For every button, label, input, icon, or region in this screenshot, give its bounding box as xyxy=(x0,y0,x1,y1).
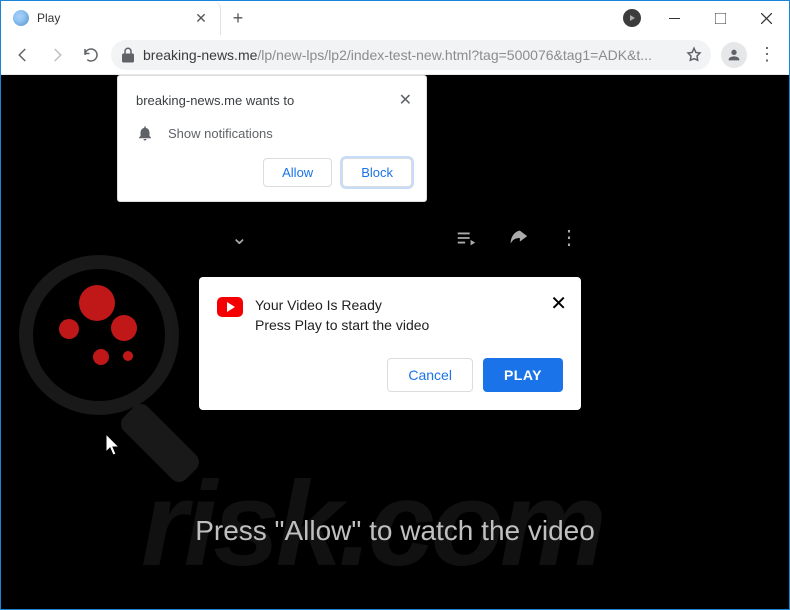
more-icon[interactable]: ⋮ xyxy=(559,225,579,250)
back-button[interactable] xyxy=(9,41,37,69)
address-bar[interactable]: breaking-news.me/lp/new-lps/lp2/index-te… xyxy=(111,40,711,70)
bookmark-star-icon[interactable] xyxy=(685,46,703,64)
close-icon[interactable]: ✕ xyxy=(399,90,412,110)
notification-permission-popup: breaking-news.me wants to ✕ Show notific… xyxy=(117,75,427,202)
mouse-cursor-icon xyxy=(105,433,123,457)
queue-icon[interactable] xyxy=(455,227,477,249)
forward-button[interactable] xyxy=(43,41,71,69)
tab-favicon xyxy=(13,10,29,26)
bell-icon xyxy=(136,124,154,142)
page-content: risk.com ⌄ ⋮ Press "Allow" to watch the … xyxy=(1,75,789,609)
magnifier-icon xyxy=(19,255,219,455)
reload-button[interactable] xyxy=(77,41,105,69)
window-minimize-button[interactable] xyxy=(651,1,697,35)
browser-tab[interactable]: Play ✕ xyxy=(1,1,221,35)
chevron-down-icon[interactable]: ⌄ xyxy=(231,225,248,250)
tab-title: Play xyxy=(37,11,186,25)
browser-window: Play ✕ + breaking-news.me/lp/new-lps/lp2… xyxy=(0,0,790,610)
url-text: breaking-news.me/lp/new-lps/lp2/index-te… xyxy=(143,47,679,63)
window-maximize-button[interactable] xyxy=(697,1,743,35)
share-icon[interactable] xyxy=(507,227,529,249)
permission-origin-text: breaking-news.me wants to xyxy=(136,93,294,108)
modal-subtitle: Press Play to start the video xyxy=(255,315,429,335)
new-tab-button[interactable]: + xyxy=(221,1,255,35)
tab-close-icon[interactable]: ✕ xyxy=(194,11,208,25)
page-instruction: Press "Allow" to watch the video xyxy=(1,515,789,547)
cancel-button[interactable]: Cancel xyxy=(387,358,473,392)
permission-label: Show notifications xyxy=(168,126,273,141)
window-controls xyxy=(651,1,789,35)
play-button[interactable]: PLAY xyxy=(483,358,563,392)
window-close-button[interactable] xyxy=(743,1,789,35)
chrome-menu-button[interactable]: ⋮ xyxy=(753,44,781,65)
youtube-icon xyxy=(217,297,243,317)
lock-icon xyxy=(119,46,137,64)
profile-avatar-button[interactable] xyxy=(721,42,747,68)
media-playing-icon[interactable] xyxy=(623,9,641,27)
toolbar: breaking-news.me/lp/new-lps/lp2/index-te… xyxy=(1,35,789,75)
block-button[interactable]: Block xyxy=(342,158,412,187)
modal-title: Your Video Is Ready xyxy=(255,295,429,315)
titlebar: Play ✕ + xyxy=(1,1,789,35)
video-controls: ⋮ xyxy=(455,225,579,250)
allow-button[interactable]: Allow xyxy=(263,158,332,187)
close-icon[interactable]: ✕ xyxy=(550,291,567,316)
video-ready-modal: ✕ Your Video Is Ready Press Play to star… xyxy=(199,277,581,410)
